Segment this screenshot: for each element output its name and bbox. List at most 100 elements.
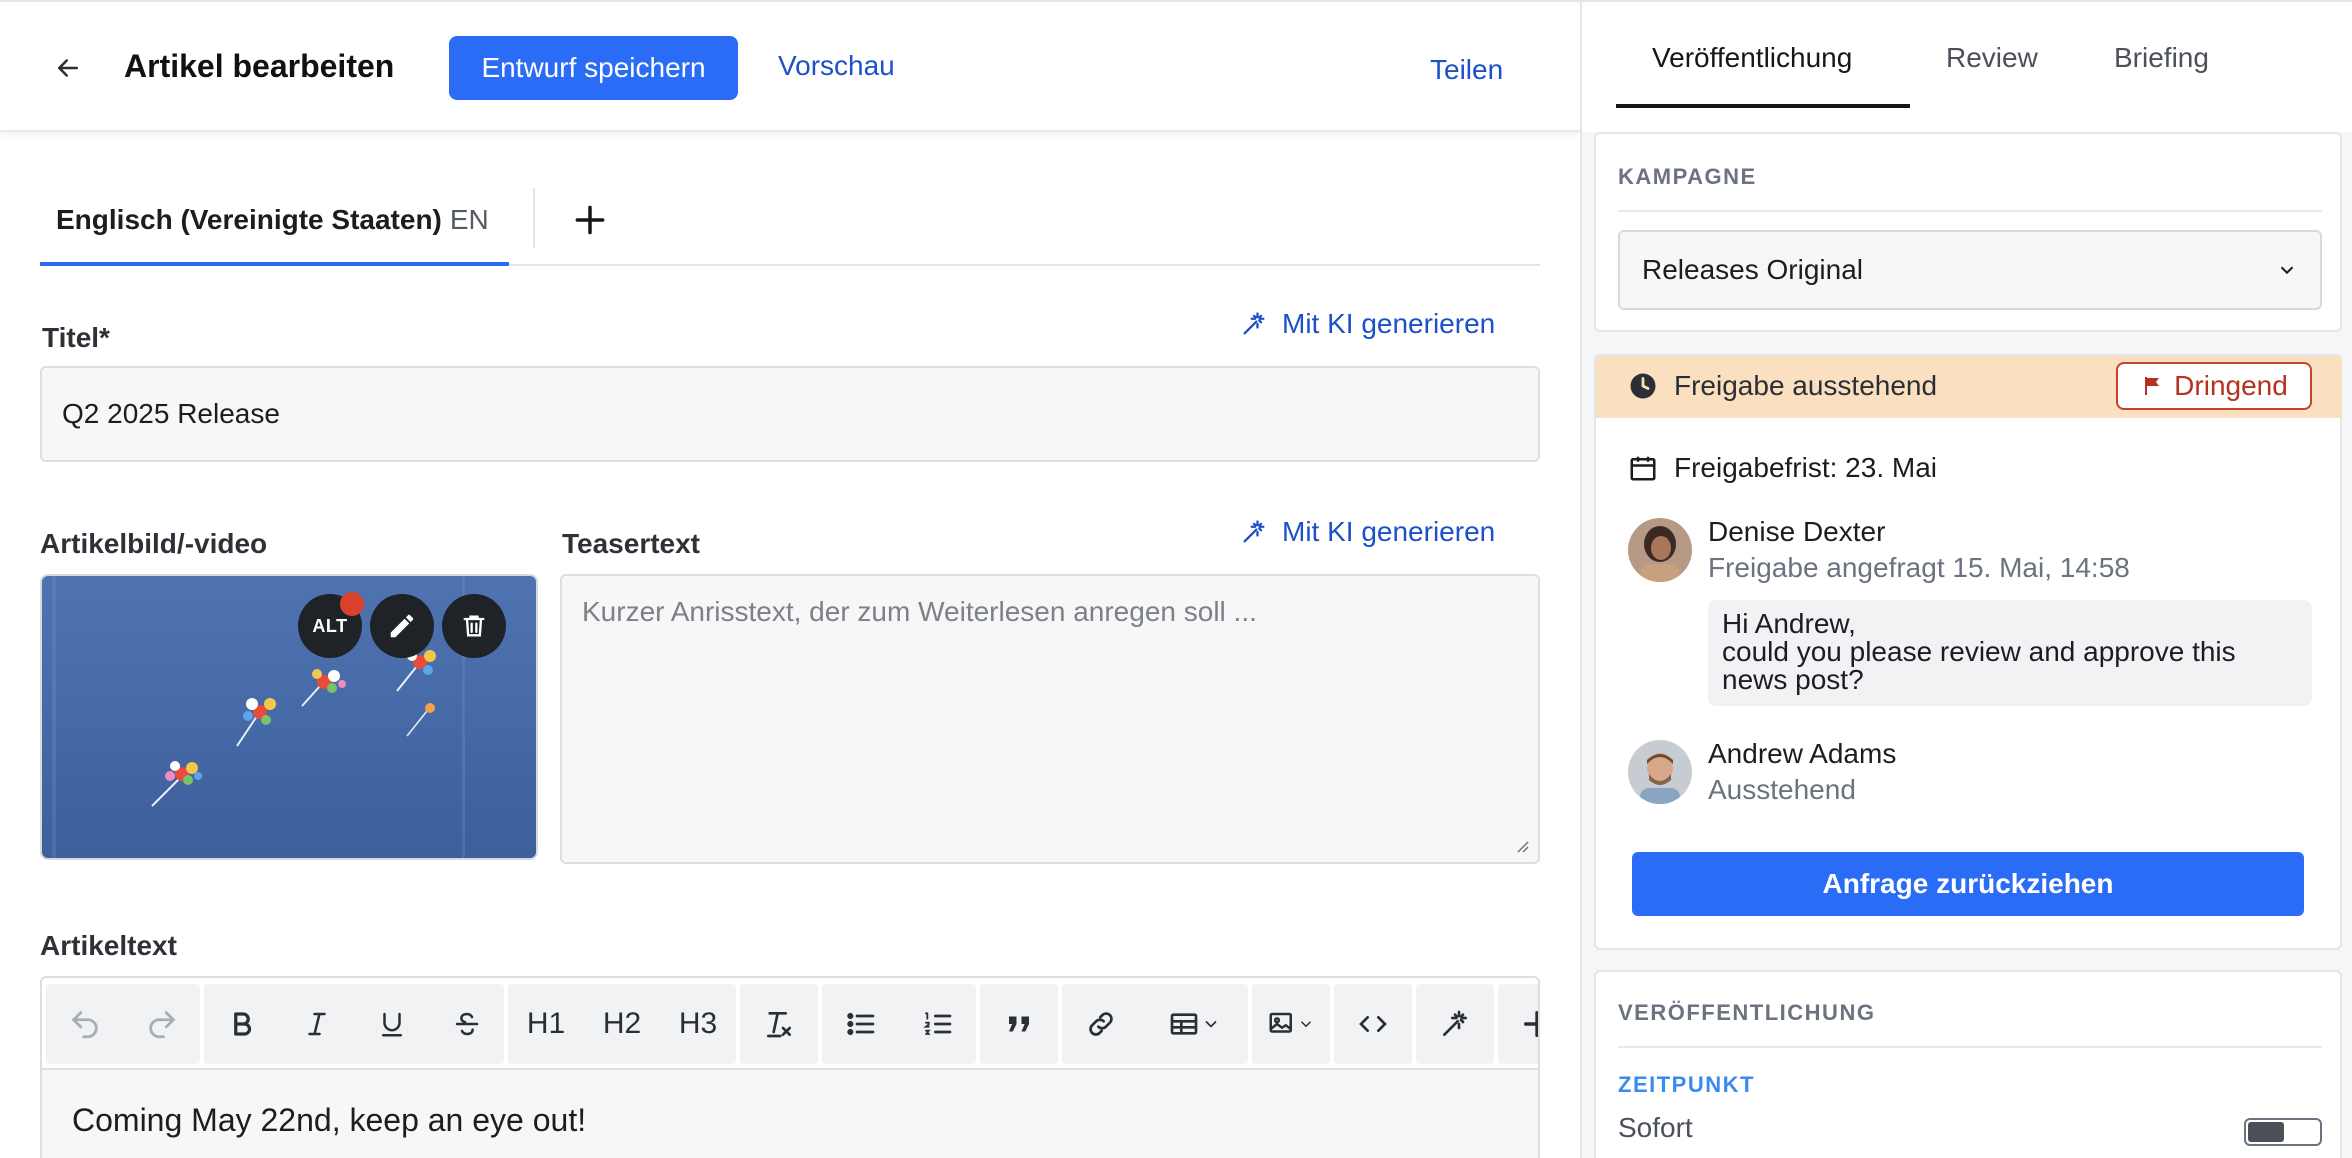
link-button[interactable] xyxy=(1062,984,1140,1064)
tab-language-en[interactable]: Englisch (Vereinigte Staaten) EN xyxy=(40,182,509,266)
underline-icon xyxy=(381,1012,402,1037)
editor-content[interactable]: Coming May 22nd, keep an eye out! xyxy=(72,1102,586,1139)
bullet-list-icon xyxy=(846,1012,874,1036)
link-icon xyxy=(1089,1012,1113,1036)
publication-heading: VERÖFFENTLICHUNG xyxy=(1618,1000,1876,1025)
sidebar: Veröffentlichung Review Briefing KAMPAGN… xyxy=(1580,0,2352,1158)
bold-button[interactable] xyxy=(204,984,279,1064)
plus-icon xyxy=(575,205,605,235)
sidebar-tabs: Veröffentlichung Review Briefing xyxy=(1582,2,2352,132)
divider xyxy=(1618,1046,2322,1048)
publication-card: VERÖFFENTLICHUNG ZEITPUNKT Sofort xyxy=(1594,970,2342,1158)
editor-main: Artikel bearbeiten Entwurf speichern Vor… xyxy=(0,0,1580,1158)
magic-wand-icon xyxy=(1243,520,1265,543)
ai-assist-button[interactable] xyxy=(1416,984,1494,1064)
approval-deadline: Freigabefrist: 23. Mai xyxy=(1628,452,1937,484)
approval-status-text: Freigabe ausstehend xyxy=(1674,370,1938,401)
approval-card: Freigabe ausstehend Dringend Freigabefri… xyxy=(1594,354,2342,950)
alt-text-button[interactable]: ALT xyxy=(298,592,364,658)
alt-label: ALT xyxy=(312,615,348,636)
add-language-button[interactable] xyxy=(564,194,616,246)
approval-message: Hi Andrew, could you please review and a… xyxy=(1708,600,2312,706)
code-icon xyxy=(1359,1016,1387,1032)
rich-text-editor: H1 H2 H3 Coming May 22nd, keep an eye ou… xyxy=(40,976,1540,1158)
language-tabs: Englisch (Vereinigte Staaten) EN xyxy=(40,182,1540,266)
blockquote-button[interactable] xyxy=(980,984,1058,1064)
bold-icon xyxy=(233,1012,251,1036)
italic-icon xyxy=(307,1012,326,1036)
media-label: Artikelbild/-video xyxy=(40,528,268,559)
save-draft-button[interactable]: Entwurf speichern xyxy=(449,36,738,100)
approval-status-bar: Freigabe ausstehend Dringend xyxy=(1596,356,2342,418)
back-button[interactable] xyxy=(48,48,88,88)
quote-icon xyxy=(1009,1016,1029,1032)
share-link[interactable]: Teilen xyxy=(1430,54,1503,86)
active-tab-indicator xyxy=(1616,104,1910,108)
strikethrough-icon xyxy=(455,1012,478,1036)
language-name: Englisch (Vereinigte Staaten) xyxy=(56,204,442,235)
immediate-label: Sofort xyxy=(1618,1112,1693,1143)
clear-format-button[interactable] xyxy=(740,984,818,1064)
ai-generate-label: Mit KI generieren xyxy=(1282,308,1496,339)
heading-2-button[interactable]: H2 xyxy=(584,984,660,1064)
redo-icon xyxy=(148,1011,175,1039)
campaign-heading: KAMPAGNE xyxy=(1618,164,1757,189)
edit-image-button[interactable] xyxy=(370,594,434,658)
heading-1-button[interactable]: H1 xyxy=(508,984,584,1064)
title-input[interactable]: Q2 2025 Release xyxy=(40,366,1540,462)
redo-button[interactable] xyxy=(123,984,200,1064)
article-image[interactable]: ALT xyxy=(40,574,538,860)
tab-review[interactable]: Review xyxy=(1946,42,2038,74)
language-code: EN xyxy=(449,204,489,235)
image-icon xyxy=(1269,1012,1292,1033)
undo-icon xyxy=(71,1011,98,1039)
undo-button[interactable] xyxy=(46,984,123,1064)
notification-dot xyxy=(340,592,364,616)
media-insert-button[interactable] xyxy=(1252,984,1330,1064)
immediate-toggle[interactable] xyxy=(2244,1118,2322,1146)
approver-name: Andrew Adams xyxy=(1708,738,1897,769)
editor-toolbar: H1 H2 H3 xyxy=(42,978,1538,1070)
generate-title-ai-link[interactable]: Mit KI generieren xyxy=(1240,308,1495,340)
clear-format-icon xyxy=(767,1012,791,1038)
ai-generate-label: Mit KI generieren xyxy=(1282,516,1496,547)
tab-briefing[interactable]: Briefing xyxy=(2114,42,2209,74)
tab-publication[interactable]: Veröffentlichung xyxy=(1652,42,1852,74)
withdraw-request-button[interactable]: Anfrage zurückziehen xyxy=(1632,852,2304,916)
heading-3-button[interactable]: H3 xyxy=(660,984,736,1064)
strikethrough-button[interactable] xyxy=(429,984,504,1064)
pencil-icon xyxy=(390,614,414,638)
delete-image-button[interactable] xyxy=(442,594,506,658)
message-line: could you please review and approve this xyxy=(1722,636,2236,667)
italic-button[interactable] xyxy=(279,984,354,1064)
clock-icon xyxy=(1630,373,1656,399)
approver-avatar xyxy=(1628,740,1692,804)
urgent-label: Dringend xyxy=(2174,370,2288,401)
underline-button[interactable] xyxy=(354,984,429,1064)
page-title: Artikel bearbeiten xyxy=(124,48,395,84)
insert-block-button[interactable] xyxy=(1498,984,1538,1064)
article-text-label: Artikeltext xyxy=(40,930,177,961)
avatar xyxy=(1628,518,1692,582)
teaser-textarea[interactable]: Kurzer Anrisstext, der zum Weiterlesen a… xyxy=(560,574,1540,864)
timing-subheading: ZEITPUNKT xyxy=(1618,1072,1755,1097)
magic-wand-icon xyxy=(1243,312,1265,335)
preview-link[interactable]: Vorschau xyxy=(778,50,895,82)
campaign-select[interactable]: Releases Original xyxy=(1618,230,2322,310)
urgent-badge: Dringend xyxy=(2116,362,2312,410)
code-button[interactable] xyxy=(1334,984,1412,1064)
flag-icon xyxy=(2145,377,2160,395)
toggle-knob xyxy=(2248,1122,2284,1142)
approver-status: Ausstehend xyxy=(1708,774,1856,805)
bullet-list-button[interactable] xyxy=(822,984,899,1064)
top-bar: Artikel bearbeiten Entwurf speichern Vor… xyxy=(0,2,1580,132)
divider xyxy=(533,188,535,248)
numbered-list-button[interactable] xyxy=(899,984,976,1064)
table-button[interactable] xyxy=(1140,984,1248,1064)
resize-handle-icon[interactable] xyxy=(1512,836,1530,854)
generate-teaser-ai-link[interactable]: Mit KI generieren xyxy=(1240,516,1495,548)
arrow-left-icon xyxy=(58,59,78,77)
deadline-text: Freigabefrist: 23. Mai xyxy=(1674,452,1937,483)
campaign-selected-value: Releases Original xyxy=(1642,254,1863,285)
trash-icon xyxy=(463,615,485,637)
